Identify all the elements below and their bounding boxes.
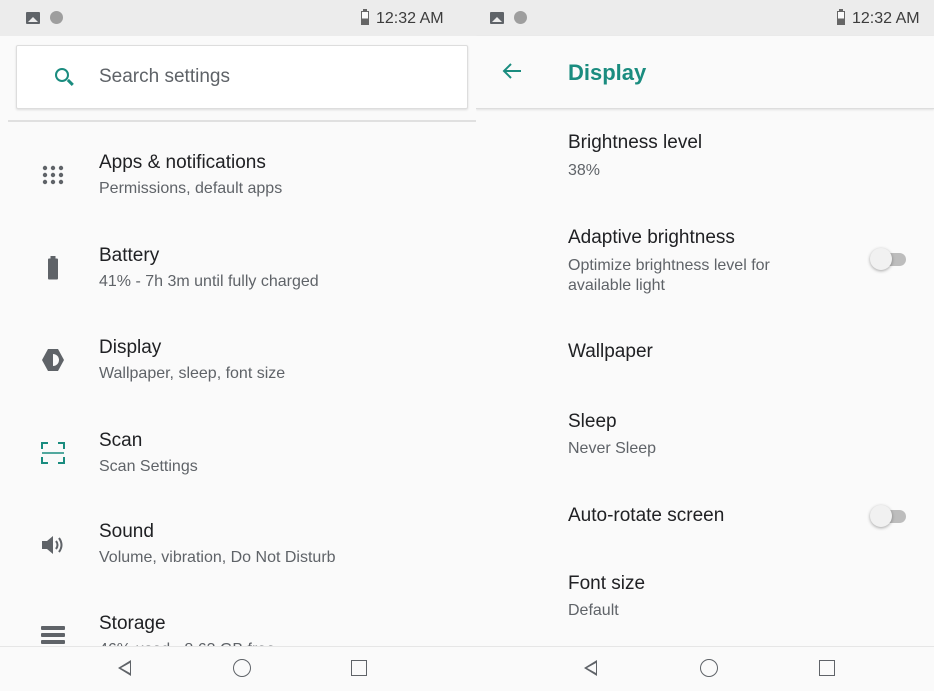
toggle-thumb: [870, 505, 892, 527]
status-time: 12:32 AM: [376, 10, 444, 27]
nav-back-button[interactable]: [584, 660, 597, 676]
nav-home-button[interactable]: [233, 659, 251, 677]
nav-recents-button[interactable]: [819, 660, 835, 676]
settings-item-title: Battery: [99, 245, 160, 266]
setting-title: Wallpaper: [568, 341, 653, 362]
setting-subtitle: 38%: [568, 162, 601, 179]
search-placeholder: Search settings: [99, 66, 230, 87]
auto-rotate-toggle[interactable]: [870, 505, 910, 527]
search-bar[interactable]: Search settings: [16, 45, 468, 109]
settings-item-title: Scan: [99, 430, 143, 451]
toggle-thumb: [870, 248, 892, 270]
navigation-bar: [0, 646, 476, 691]
circle-notification-icon: [50, 11, 63, 24]
adaptive-brightness-toggle[interactable]: [870, 248, 910, 270]
setting-title: Sleep: [568, 411, 617, 432]
settings-item-sound[interactable]: Sound Volume, vibration, Do Not Disturb: [0, 506, 476, 586]
nav-home-button[interactable]: [700, 659, 718, 677]
navigation-bar: [476, 646, 934, 691]
settings-item-subtitle: Permissions, default apps: [99, 180, 283, 197]
setting-title: Auto-rotate screen: [568, 505, 725, 526]
status-bar: 12:32 AM: [0, 0, 476, 36]
settings-item-title: Sound: [99, 521, 154, 542]
scan-frame-icon: [41, 442, 65, 464]
setting-subtitle: Never Sleep: [568, 440, 657, 457]
storage-icon: [41, 626, 65, 644]
status-bar: 12:32 AM: [476, 0, 934, 36]
settings-home-screen: 12:32 AM Search settings Apps & notifica…: [0, 0, 476, 691]
battery-charging-icon: [837, 9, 845, 25]
settings-item-subtitle: 41% - 7h 3m until fully charged: [99, 273, 319, 290]
setting-title: Adaptive brightness: [568, 227, 735, 248]
back-arrow-icon[interactable]: [501, 60, 523, 82]
settings-item-title: Apps & notifications: [99, 152, 266, 173]
setting-subtitle: Optimize brightness level for available …: [568, 257, 770, 294]
settings-item-title: Display: [99, 337, 162, 358]
battery-charging-icon: [361, 9, 369, 25]
app-bar: Display: [476, 36, 934, 109]
divider: [8, 120, 476, 122]
settings-item-display[interactable]: Display Wallpaper, sleep, font size: [0, 322, 476, 402]
setting-title: Font size: [568, 573, 646, 594]
nav-recents-button[interactable]: [351, 660, 367, 676]
display-settings-screen: 12:32 AM Display Brightness level 38% Ad…: [476, 0, 934, 691]
search-icon: [55, 68, 69, 82]
page-title: Display: [568, 60, 647, 85]
settings-item-subtitle: Volume, vibration, Do Not Disturb: [99, 549, 336, 566]
settings-item-battery[interactable]: Battery 41% - 7h 3m until fully charged: [0, 230, 476, 310]
settings-item-title: Storage: [99, 613, 166, 634]
settings-item-apps-notifications[interactable]: Apps & notifications Permissions, defaul…: [0, 137, 476, 217]
volume-icon: [42, 536, 63, 554]
brightness-icon: [42, 349, 64, 371]
settings-item-subtitle: Wallpaper, sleep, font size: [99, 365, 286, 382]
settings-item-scan[interactable]: Scan Scan Settings: [0, 415, 476, 495]
battery-icon: [48, 256, 58, 280]
circle-notification-icon: [514, 11, 527, 24]
setting-subtitle: Default: [568, 602, 619, 619]
status-time: 12:32 AM: [852, 10, 920, 27]
image-notification-icon: [490, 12, 504, 24]
image-notification-icon: [26, 12, 40, 24]
nav-back-button[interactable]: [118, 660, 131, 676]
settings-item-subtitle: Scan Settings: [99, 458, 198, 475]
setting-title: Brightness level: [568, 132, 703, 153]
apps-grid-icon: [42, 165, 64, 185]
